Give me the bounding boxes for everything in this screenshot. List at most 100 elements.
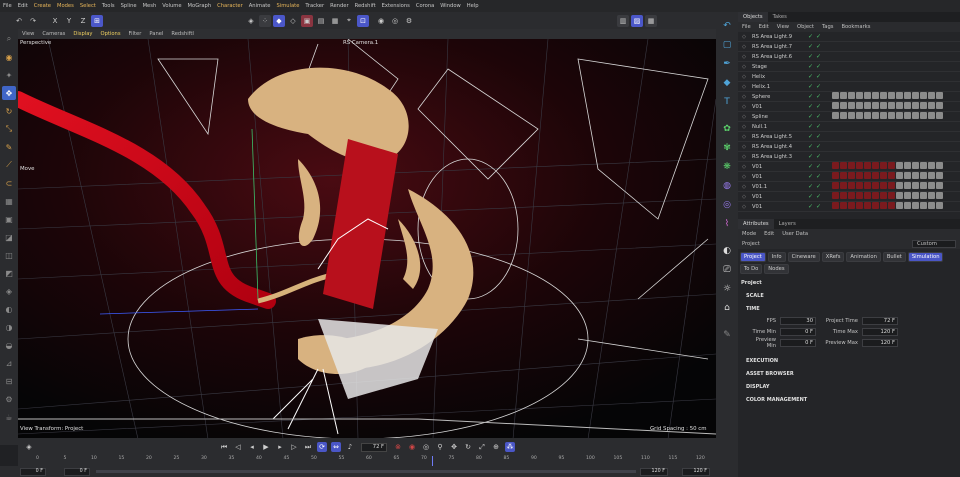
pen-icon[interactable]: ✒ bbox=[720, 56, 735, 71]
tag-icon[interactable] bbox=[872, 202, 879, 209]
tag-icon[interactable] bbox=[896, 112, 903, 119]
magnet-icon[interactable]: ⊂ bbox=[2, 176, 16, 190]
tag-icon[interactable] bbox=[880, 102, 887, 109]
measure-icon[interactable]: ⊿ bbox=[2, 356, 16, 370]
loop-icon[interactable]: ⟳ bbox=[317, 442, 327, 452]
menu-item-select[interactable]: Select bbox=[77, 3, 99, 9]
tag-icon[interactable] bbox=[904, 162, 911, 169]
uv-mode-icon[interactable]: ▤ bbox=[315, 15, 327, 27]
tag-icon[interactable] bbox=[920, 202, 927, 209]
generator-icon[interactable]: ✿ bbox=[720, 121, 735, 136]
tag-icon[interactable] bbox=[840, 162, 847, 169]
render-check-icon[interactable]: ✓ bbox=[816, 83, 824, 90]
project-tab-nodes[interactable]: Nodes bbox=[764, 264, 789, 274]
object-row[interactable]: ◇ Spline ✓ ✓ bbox=[738, 112, 960, 122]
tag-icon[interactable] bbox=[840, 102, 847, 109]
render-check-icon[interactable]: ✓ bbox=[816, 93, 824, 100]
tag-icon[interactable] bbox=[856, 112, 863, 119]
tag-icon[interactable] bbox=[832, 102, 839, 109]
tag-icon[interactable] bbox=[832, 172, 839, 179]
tag-icon[interactable] bbox=[864, 192, 871, 199]
paint-icon[interactable]: ◒ bbox=[2, 338, 16, 352]
tag-icon[interactable] bbox=[864, 202, 871, 209]
deformer-icon[interactable]: ◍ bbox=[720, 178, 735, 193]
render-check-icon[interactable]: ✓ bbox=[816, 103, 824, 110]
render-check-icon[interactable]: ✓ bbox=[816, 133, 824, 140]
play-icon[interactable]: ▶ bbox=[261, 442, 271, 452]
tag-icon[interactable] bbox=[856, 202, 863, 209]
tag-icon[interactable] bbox=[904, 202, 911, 209]
menu-item-file[interactable]: File bbox=[0, 3, 15, 9]
tag-icon[interactable] bbox=[936, 192, 943, 199]
object-mode-icon[interactable]: ◆ bbox=[273, 14, 285, 27]
light-icon[interactable]: ☼ bbox=[720, 281, 735, 296]
bend-icon[interactable]: ⌇ bbox=[720, 216, 735, 231]
object-row[interactable]: ◇ Sphere ✓ ✓ bbox=[738, 92, 960, 102]
tag-icon[interactable] bbox=[920, 172, 927, 179]
point-key-icon[interactable]: ⁂ bbox=[505, 442, 515, 452]
project-tab-animation[interactable]: Animation bbox=[846, 252, 881, 262]
tag-icon[interactable] bbox=[848, 92, 855, 99]
object-row[interactable]: ◇ Null.1 ✓ ✓ bbox=[738, 122, 960, 132]
tag-icon[interactable] bbox=[864, 162, 871, 169]
tag-icon[interactable] bbox=[904, 92, 911, 99]
object-row[interactable]: ◇ V01 ✓ ✓ bbox=[738, 172, 960, 182]
tag-icon[interactable] bbox=[840, 202, 847, 209]
project-tab-cineware[interactable]: Cineware bbox=[787, 252, 820, 262]
tag-icon[interactable] bbox=[880, 202, 887, 209]
knife-icon[interactable]: ⟋ bbox=[2, 158, 16, 172]
tag-icon[interactable] bbox=[888, 162, 895, 169]
render-check-icon[interactable]: ✓ bbox=[816, 73, 824, 80]
tag-icon[interactable] bbox=[936, 202, 943, 209]
object-row[interactable]: ◇ RS Area Light.5 ✓ ✓ bbox=[738, 132, 960, 142]
snap-settings-icon[interactable]: ⊡ bbox=[357, 14, 369, 27]
render-check-icon[interactable]: ✓ bbox=[816, 153, 824, 160]
smooth-icon[interactable]: ◑ bbox=[2, 320, 16, 334]
tag-icon[interactable] bbox=[888, 192, 895, 199]
render-check-icon[interactable]: ✓ bbox=[816, 63, 824, 70]
tag-icon[interactable] bbox=[928, 202, 935, 209]
tag-icon[interactable] bbox=[864, 112, 871, 119]
key-settings-icon[interactable]: ⚲ bbox=[435, 442, 445, 452]
menu-item-extensions[interactable]: Extensions bbox=[379, 3, 413, 9]
tag-icon[interactable] bbox=[888, 202, 895, 209]
visibility-check-icon[interactable]: ✓ bbox=[808, 73, 816, 80]
menu-item-mograph[interactable]: MoGraph bbox=[185, 3, 215, 9]
tag-icon[interactable]: ⌂ bbox=[720, 300, 735, 315]
tag-icon[interactable] bbox=[896, 162, 903, 169]
next-key-icon[interactable]: ▷ bbox=[289, 442, 299, 452]
viewport-menu-view[interactable]: View bbox=[18, 31, 38, 37]
pencil-icon[interactable]: ✎ bbox=[720, 327, 735, 342]
object-row[interactable]: ◇ RS Area Light.7 ✓ ✓ bbox=[738, 42, 960, 52]
environment-icon[interactable]: ◐ bbox=[720, 243, 735, 258]
time-max-field[interactable]: 120 F bbox=[862, 327, 898, 336]
autokey-icon[interactable]: ◉ bbox=[407, 442, 417, 452]
menu-item-spline[interactable]: Spline bbox=[118, 3, 140, 9]
layout-a-icon[interactable]: ▥ bbox=[617, 14, 629, 27]
objects-menu-bookmarks[interactable]: Bookmarks bbox=[837, 24, 874, 30]
tag-icon[interactable] bbox=[928, 112, 935, 119]
edge-mode-icon[interactable]: ◇ bbox=[287, 15, 299, 27]
move-tool-icon[interactable]: ✥ bbox=[2, 86, 16, 100]
tag-icon[interactable] bbox=[856, 182, 863, 189]
tag-icon[interactable] bbox=[856, 102, 863, 109]
model-mode-icon[interactable]: ◈ bbox=[245, 15, 257, 27]
objects-menu-tags[interactable]: Tags bbox=[818, 24, 837, 30]
prev-key-icon[interactable]: ◁ bbox=[233, 442, 243, 452]
visibility-check-icon[interactable]: ✓ bbox=[808, 93, 816, 100]
redo-icon[interactable]: ↷ bbox=[27, 15, 39, 27]
tag-icon[interactable] bbox=[880, 162, 887, 169]
object-row[interactable]: ◇ V01 ✓ ✓ bbox=[738, 202, 960, 212]
goto-start-icon[interactable]: ⏮ bbox=[219, 442, 229, 452]
tag-icon[interactable] bbox=[928, 102, 935, 109]
render-check-icon[interactable]: ✓ bbox=[816, 43, 824, 50]
tag-icon[interactable] bbox=[856, 172, 863, 179]
tag-icon[interactable] bbox=[832, 92, 839, 99]
fps-field[interactable]: 30 bbox=[780, 316, 816, 325]
tag-icon[interactable] bbox=[864, 92, 871, 99]
tag-icon[interactable] bbox=[864, 172, 871, 179]
objects-menu-edit[interactable]: Edit bbox=[755, 24, 773, 30]
goto-end-icon[interactable]: ⏭ bbox=[303, 442, 313, 452]
render-check-icon[interactable]: ✓ bbox=[816, 53, 824, 60]
snap-icon[interactable]: ⌖ bbox=[343, 15, 355, 27]
